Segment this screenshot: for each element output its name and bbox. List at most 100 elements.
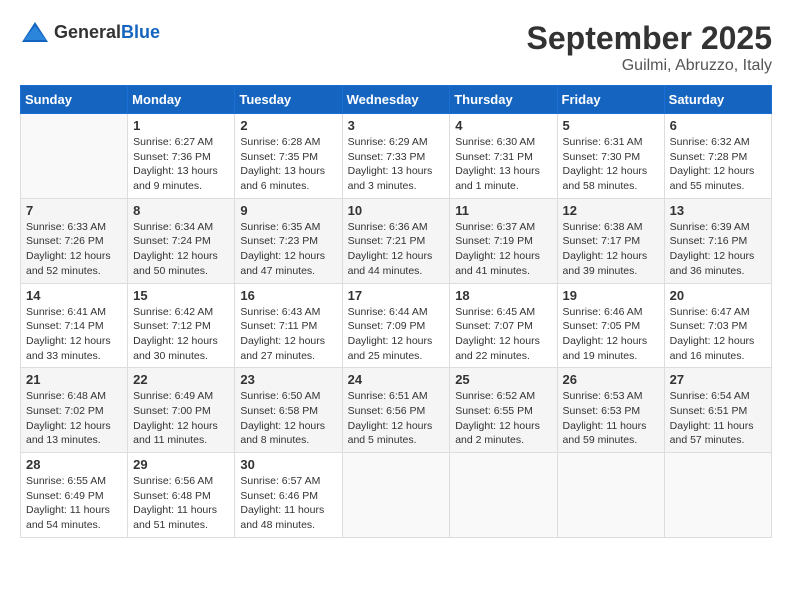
day-number: 11 [455, 203, 551, 218]
table-row [664, 453, 771, 538]
header-saturday: Saturday [664, 86, 771, 114]
logo-icon [20, 20, 50, 44]
day-number: 5 [563, 118, 659, 133]
calendar-week-row: 21 Sunrise: 6:48 AMSunset: 7:02 PMDayligh… [21, 368, 772, 453]
calendar-week-row: 7Sunrise: 6:33 AMSunset: 7:26 PMDaylight… [21, 198, 772, 283]
day-info: Sunrise: 6:36 AMSunset: 7:21 PMDaylight:… [348, 220, 445, 279]
table-row [557, 453, 664, 538]
day-info: Sunrise: 6:27 AMSunset: 7:36 PMDaylight:… [133, 135, 229, 194]
calendar-week-row: 14 Sunrise: 6:41 AMSunset: 7:14 PMDayligh… [21, 283, 772, 368]
calendar-week-row: 28 Sunrise: 6:55 AMSunset: 6:49 PMDayligh… [21, 453, 772, 538]
table-row: 18Sunrise: 6:45 AMSunset: 7:07 PMDayligh… [450, 283, 557, 368]
table-row: 22 Sunrise: 6:49 AMSunset: 7:00 PMDayligh… [128, 368, 235, 453]
day-info: Sunrise: 6:55 AMSunset: 6:49 PMDaylight:… [26, 474, 122, 533]
table-row [21, 114, 128, 199]
table-row: 6 Sunrise: 6:32 AMSunset: 7:28 PMDaylight… [664, 114, 771, 199]
location-title: Guilmi, Abruzzo, Italy [527, 57, 772, 75]
day-info: Sunrise: 6:35 AMSunset: 7:23 PMDaylight:… [240, 220, 336, 279]
day-number: 13 [670, 203, 766, 218]
table-row: 1 Sunrise: 6:27 AMSunset: 7:36 PMDaylight… [128, 114, 235, 199]
table-row: 19 Sunrise: 6:46 AMSunset: 7:05 PMDayligh… [557, 283, 664, 368]
day-info: Sunrise: 6:43 AMSunset: 7:11 PMDaylight:… [240, 305, 336, 364]
day-info: Sunrise: 6:49 AMSunset: 7:00 PMDaylight:… [133, 389, 229, 448]
day-info: Sunrise: 6:29 AMSunset: 7:33 PMDaylight:… [348, 135, 445, 194]
day-number: 21 [26, 372, 122, 387]
table-row: 27Sunrise: 6:54 AMSunset: 6:51 PMDayligh… [664, 368, 771, 453]
table-row: 13Sunrise: 6:39 AMSunset: 7:16 PMDayligh… [664, 198, 771, 283]
logo-general: General [54, 22, 121, 42]
day-number: 8 [133, 203, 229, 218]
day-info: Sunrise: 6:31 AMSunset: 7:30 PMDaylight:… [563, 135, 659, 194]
table-row: 25 Sunrise: 6:52 AMSunset: 6:55 PMDayligh… [450, 368, 557, 453]
day-info: Sunrise: 6:52 AMSunset: 6:55 PMDaylight:… [455, 389, 551, 448]
table-row: 10 Sunrise: 6:36 AMSunset: 7:21 PMDayligh… [342, 198, 450, 283]
day-number: 29 [133, 457, 229, 472]
day-info: Sunrise: 6:32 AMSunset: 7:28 PMDaylight:… [670, 135, 766, 194]
day-info: Sunrise: 6:30 AMSunset: 7:31 PMDaylight:… [455, 135, 551, 194]
day-number: 6 [670, 118, 766, 133]
table-row: 26 Sunrise: 6:53 AMSunset: 6:53 PMDayligh… [557, 368, 664, 453]
day-number: 2 [240, 118, 336, 133]
table-row: 20Sunrise: 6:47 AMSunset: 7:03 PMDayligh… [664, 283, 771, 368]
table-row: 7Sunrise: 6:33 AMSunset: 7:26 PMDaylight… [21, 198, 128, 283]
day-number: 3 [348, 118, 445, 133]
table-row: 24 Sunrise: 6:51 AMSunset: 6:56 PMDayligh… [342, 368, 450, 453]
day-info: Sunrise: 6:41 AMSunset: 7:14 PMDaylight:… [26, 305, 122, 364]
day-info: Sunrise: 6:28 AMSunset: 7:35 PMDaylight:… [240, 135, 336, 194]
header-tuesday: Tuesday [235, 86, 342, 114]
logo: GeneralBlue [20, 20, 160, 44]
day-info: Sunrise: 6:38 AMSunset: 7:17 PMDaylight:… [563, 220, 659, 279]
table-row: 16 Sunrise: 6:43 AMSunset: 7:11 PMDayligh… [235, 283, 342, 368]
logo-blue: Blue [121, 22, 160, 42]
day-number: 20 [670, 288, 766, 303]
day-number: 9 [240, 203, 336, 218]
day-number: 22 [133, 372, 229, 387]
day-info: Sunrise: 6:53 AMSunset: 6:53 PMDaylight:… [563, 389, 659, 448]
table-row: 21 Sunrise: 6:48 AMSunset: 7:02 PMDayligh… [21, 368, 128, 453]
day-info: Sunrise: 6:48 AMSunset: 7:02 PMDaylight:… [26, 389, 122, 448]
day-info: Sunrise: 6:50 AMSunset: 6:58 PMDaylight:… [240, 389, 336, 448]
day-number: 12 [563, 203, 659, 218]
day-number: 30 [240, 457, 336, 472]
day-number: 4 [455, 118, 551, 133]
header-thursday: Thursday [450, 86, 557, 114]
day-number: 15 [133, 288, 229, 303]
table-row: 17 Sunrise: 6:44 AMSunset: 7:09 PMDayligh… [342, 283, 450, 368]
day-number: 1 [133, 118, 229, 133]
day-number: 24 [348, 372, 445, 387]
header-monday: Monday [128, 86, 235, 114]
table-row: 14 Sunrise: 6:41 AMSunset: 7:14 PMDayligh… [21, 283, 128, 368]
table-row: 2 Sunrise: 6:28 AMSunset: 7:35 PMDaylight… [235, 114, 342, 199]
day-number: 16 [240, 288, 336, 303]
day-number: 18 [455, 288, 551, 303]
calendar-week-row: 1 Sunrise: 6:27 AMSunset: 7:36 PMDaylight… [21, 114, 772, 199]
day-info: Sunrise: 6:54 AMSunset: 6:51 PMDaylight:… [670, 389, 766, 448]
table-row: 30 Sunrise: 6:57 AMSunset: 6:46 PMDayligh… [235, 453, 342, 538]
day-info: Sunrise: 6:33 AMSunset: 7:26 PMDaylight:… [26, 220, 122, 279]
day-info: Sunrise: 6:46 AMSunset: 7:05 PMDaylight:… [563, 305, 659, 364]
day-info: Sunrise: 6:42 AMSunset: 7:12 PMDaylight:… [133, 305, 229, 364]
day-info: Sunrise: 6:44 AMSunset: 7:09 PMDaylight:… [348, 305, 445, 364]
table-row: 15 Sunrise: 6:42 AMSunset: 7:12 PMDayligh… [128, 283, 235, 368]
table-row: 28 Sunrise: 6:55 AMSunset: 6:49 PMDayligh… [21, 453, 128, 538]
table-row: 23 Sunrise: 6:50 AMSunset: 6:58 PMDayligh… [235, 368, 342, 453]
day-number: 25 [455, 372, 551, 387]
day-number: 19 [563, 288, 659, 303]
day-number: 10 [348, 203, 445, 218]
day-info: Sunrise: 6:51 AMSunset: 6:56 PMDaylight:… [348, 389, 445, 448]
day-number: 28 [26, 457, 122, 472]
day-number: 17 [348, 288, 445, 303]
day-info: Sunrise: 6:57 AMSunset: 6:46 PMDaylight:… [240, 474, 336, 533]
title-area: September 2025 Guilmi, Abruzzo, Italy [527, 20, 772, 75]
calendar-header-row: Sunday Monday Tuesday Wednesday Thursday… [21, 86, 772, 114]
month-title: September 2025 [527, 20, 772, 57]
day-number: 23 [240, 372, 336, 387]
table-row: 29Sunrise: 6:56 AMSunset: 6:48 PMDayligh… [128, 453, 235, 538]
table-row [342, 453, 450, 538]
day-number: 26 [563, 372, 659, 387]
table-row: 4 Sunrise: 6:30 AMSunset: 7:31 PMDaylight… [450, 114, 557, 199]
header-friday: Friday [557, 86, 664, 114]
day-number: 14 [26, 288, 122, 303]
page-header: GeneralBlue September 2025 Guilmi, Abruz… [20, 20, 772, 75]
header-wednesday: Wednesday [342, 86, 450, 114]
